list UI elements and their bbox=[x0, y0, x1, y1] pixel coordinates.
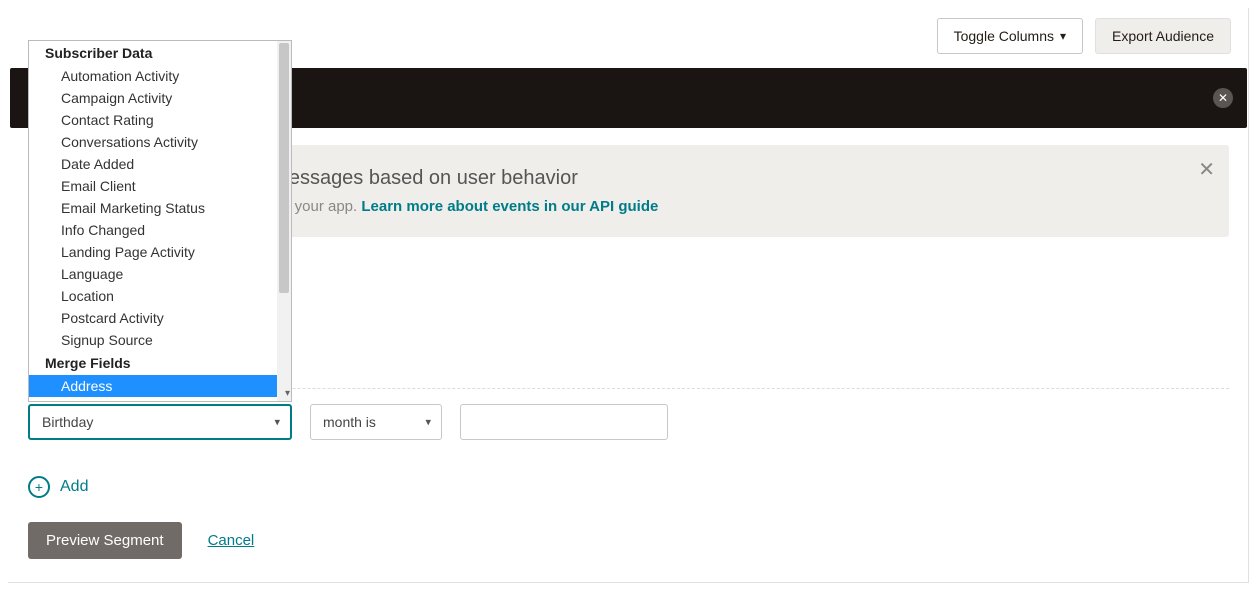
dropdown-item[interactable]: Location bbox=[29, 285, 277, 307]
dropdown-item[interactable]: Signup Source bbox=[29, 329, 277, 351]
operator-select[interactable]: month is ▾ bbox=[310, 404, 442, 440]
field-select-value: Birthday bbox=[42, 414, 93, 430]
value-input[interactable] bbox=[460, 404, 668, 440]
export-audience-label: Export Audience bbox=[1112, 28, 1214, 44]
cancel-link[interactable]: Cancel bbox=[208, 532, 255, 549]
close-icon[interactable]: ✕ bbox=[1198, 157, 1215, 182]
preview-segment-label: Preview Segment bbox=[46, 532, 164, 549]
field-dropdown: Subscriber DataAutomation ActivityCampai… bbox=[28, 40, 292, 402]
toggle-columns-label: Toggle Columns bbox=[954, 28, 1054, 44]
plus-circle-icon: + bbox=[28, 476, 50, 498]
chevron-down-icon: ▾ bbox=[285, 388, 290, 399]
dropdown-item[interactable]: Postcard Activity bbox=[29, 307, 277, 329]
dropdown-item[interactable]: Date Added bbox=[29, 153, 277, 175]
chevron-down-icon: ▾ bbox=[425, 416, 431, 429]
chevron-down-icon: ▾ bbox=[1060, 29, 1066, 43]
field-select[interactable]: Birthday ▾ bbox=[28, 404, 292, 440]
scrollbar-thumb[interactable] bbox=[279, 43, 289, 293]
dropdown-group-label: Merge Fields bbox=[29, 351, 277, 375]
top-actions: Toggle Columns ▾ Export Audience bbox=[937, 18, 1231, 54]
toggle-columns-button[interactable]: Toggle Columns ▾ bbox=[937, 18, 1083, 54]
dropdown-item[interactable]: Address bbox=[29, 375, 277, 397]
chevron-down-icon: ▾ bbox=[274, 416, 280, 429]
dropdown-item[interactable]: Landing Page Activity bbox=[29, 241, 277, 263]
dropdown-item[interactable]: Language bbox=[29, 263, 277, 285]
dropdown-item[interactable]: Conversations Activity bbox=[29, 131, 277, 153]
dropdown-item[interactable]: Email Marketing Status bbox=[29, 197, 277, 219]
dropdown-item[interactable]: Email Client bbox=[29, 175, 277, 197]
dropdown-item[interactable]: Info Changed bbox=[29, 219, 277, 241]
dropdown-item[interactable]: Birthday bbox=[29, 397, 277, 401]
dropdown-item[interactable]: Campaign Activity bbox=[29, 87, 277, 109]
dropdown-list[interactable]: Subscriber DataAutomation ActivityCampai… bbox=[29, 41, 277, 401]
dropdown-item[interactable]: Contact Rating bbox=[29, 109, 277, 131]
dropdown-item[interactable]: Automation Activity bbox=[29, 65, 277, 87]
scrollbar[interactable]: ▾ bbox=[277, 41, 291, 401]
operator-select-value: month is bbox=[323, 414, 376, 430]
add-condition-button[interactable]: + Add bbox=[28, 476, 88, 498]
dropdown-group-label: Subscriber Data bbox=[29, 41, 277, 65]
api-guide-link[interactable]: Learn more about events in our API guide bbox=[361, 198, 658, 215]
condition-row: Birthday ▾ month is ▾ bbox=[28, 404, 668, 440]
export-audience-button[interactable]: Export Audience bbox=[1095, 18, 1231, 54]
add-label: Add bbox=[60, 478, 88, 496]
preview-segment-button[interactable]: Preview Segment bbox=[28, 522, 182, 559]
footer-actions: Preview Segment Cancel bbox=[28, 522, 254, 559]
close-icon[interactable]: ✕ bbox=[1213, 88, 1233, 108]
